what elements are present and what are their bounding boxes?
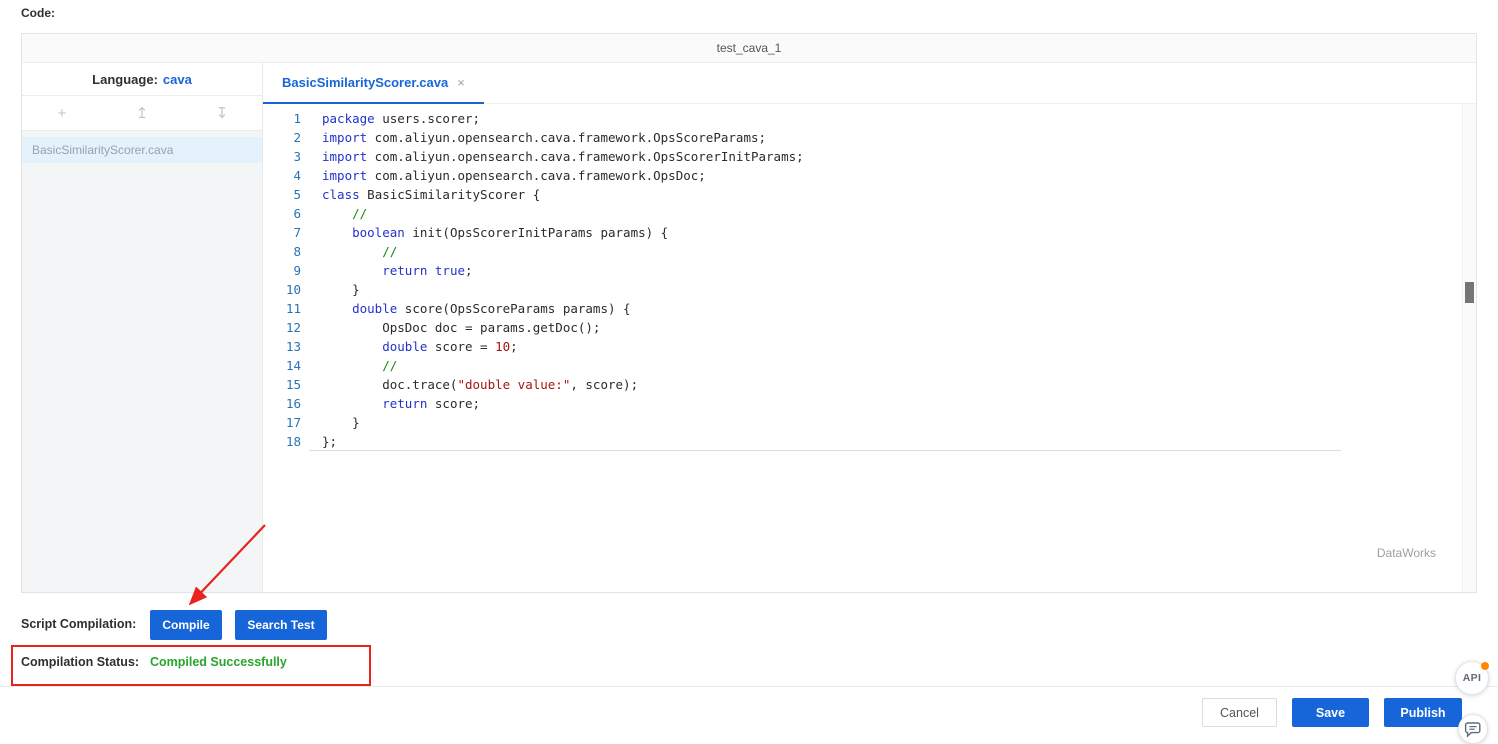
- line-number: 17: [263, 413, 301, 432]
- language-label: Language:: [92, 72, 158, 87]
- file-list-item[interactable]: BasicSimilarityScorer.cava: [22, 137, 262, 163]
- code-line[interactable]: 6 //: [263, 204, 1476, 223]
- download-file-button[interactable]: ↧: [200, 104, 244, 122]
- code-line[interactable]: 16 return score;: [263, 394, 1476, 413]
- code-line[interactable]: 1 package users.scorer;: [263, 109, 1476, 128]
- plus-icon: +: [58, 105, 67, 122]
- line-content: import com.aliyun.opensearch.cava.framew…: [322, 166, 706, 185]
- notification-dot: [1481, 662, 1489, 670]
- line-content: OpsDoc doc = params.getDoc();: [322, 318, 600, 337]
- line-number: 14: [263, 356, 301, 375]
- line-content: }: [322, 413, 360, 432]
- line-content: class BasicSimilarityScorer {: [322, 185, 540, 204]
- compilation-status-value: Compiled Successfully: [150, 655, 287, 669]
- panel-body: Language: cava + ↥ ↧ BasicSimilarityScor…: [22, 63, 1476, 592]
- line-number: 7: [263, 223, 301, 242]
- line-number: 15: [263, 375, 301, 394]
- file-sidebar: Language: cava + ↥ ↧ BasicSimilarityScor…: [22, 63, 263, 592]
- code-line[interactable]: 9 return true;: [263, 261, 1476, 280]
- code-lines: 1 package users.scorer; 2 import com.aliyun…: [263, 109, 1476, 451]
- tab-label: BasicSimilarityScorer.cava: [282, 75, 448, 90]
- line-content: double score = 10;: [322, 337, 518, 356]
- code-line[interactable]: 11 double score(OpsScoreParams params) {: [263, 299, 1476, 318]
- line-content: //: [322, 242, 397, 261]
- code-line[interactable]: 14 //: [263, 356, 1476, 375]
- line-number: 4: [263, 166, 301, 185]
- code-line[interactable]: 12 OpsDoc doc = params.getDoc();: [263, 318, 1476, 337]
- line-content: import com.aliyun.opensearch.cava.framew…: [322, 128, 766, 147]
- language-value[interactable]: cava: [163, 72, 192, 87]
- feedback-chat-button[interactable]: [1458, 714, 1488, 744]
- watermark: DataWorks: [1377, 546, 1436, 560]
- line-content: };: [322, 432, 337, 451]
- add-file-button[interactable]: +: [40, 105, 84, 122]
- code-editor[interactable]: 1 package users.scorer; 2 import com.aliyun…: [263, 104, 1476, 592]
- code-line[interactable]: 3 import com.aliyun.opensearch.cava.frame…: [263, 147, 1476, 166]
- code-line[interactable]: 17 }: [263, 413, 1476, 432]
- editor-tabbar: BasicSimilarityScorer.cava ×: [263, 63, 1476, 104]
- line-number: 12: [263, 318, 301, 337]
- line-content: }: [322, 280, 360, 299]
- code-line[interactable]: 4 import com.aliyun.opensearch.cava.frame…: [263, 166, 1476, 185]
- code-line[interactable]: 2 import com.aliyun.opensearch.cava.frame…: [263, 128, 1476, 147]
- line-number: 3: [263, 147, 301, 166]
- code-editor-panel: test_cava_1 Language: cava + ↥ ↧ BasicSi…: [21, 33, 1477, 593]
- compile-button[interactable]: Compile: [150, 610, 222, 640]
- code-line[interactable]: 15 doc.trace("double value:", score);: [263, 375, 1476, 394]
- code-line[interactable]: 8 //: [263, 242, 1476, 261]
- code-section-label: Code:: [21, 6, 55, 20]
- line-content: package users.scorer;: [322, 109, 480, 128]
- code-line[interactable]: 18};: [263, 432, 1476, 451]
- line-content: return true;: [322, 261, 473, 280]
- code-line[interactable]: 13 double score = 10;: [263, 337, 1476, 356]
- api-icon: API: [1463, 672, 1481, 684]
- line-content: return score;: [322, 394, 480, 413]
- publish-button[interactable]: Publish: [1384, 698, 1462, 727]
- sidebar-toolbar: + ↥ ↧: [22, 96, 262, 131]
- line-number: 16: [263, 394, 301, 413]
- line-content: //: [322, 204, 367, 223]
- tab-basicsimilarityscorer[interactable]: BasicSimilarityScorer.cava ×: [263, 63, 484, 104]
- api-widget-button[interactable]: API: [1455, 661, 1489, 695]
- close-icon[interactable]: ×: [457, 75, 465, 90]
- editor-scrollbar[interactable]: [1462, 104, 1476, 592]
- upload-file-button[interactable]: ↥: [120, 104, 164, 122]
- line-number: 18: [263, 432, 301, 451]
- scrollbar-thumb[interactable]: [1465, 282, 1474, 303]
- line-content: double score(OpsScoreParams params) {: [322, 299, 631, 318]
- save-button[interactable]: Save: [1292, 698, 1369, 727]
- line-content: //: [322, 356, 397, 375]
- line-content: boolean init(OpsScorerInitParams params)…: [322, 223, 668, 242]
- language-row: Language: cava: [22, 63, 262, 96]
- line-number: 11: [263, 299, 301, 318]
- panel-title: test_cava_1: [717, 41, 782, 55]
- line-number: 6: [263, 204, 301, 223]
- line-number: 8: [263, 242, 301, 261]
- line-content: doc.trace("double value:", score);: [322, 375, 638, 394]
- chat-bubble-icon: [1464, 721, 1482, 738]
- cancel-button[interactable]: Cancel: [1202, 698, 1277, 727]
- line-number: 9: [263, 261, 301, 280]
- line-number: 2: [263, 128, 301, 147]
- footer-divider: [0, 686, 1498, 687]
- editor-pane: BasicSimilarityScorer.cava × 1 package us…: [263, 63, 1476, 592]
- panel-header: test_cava_1: [22, 34, 1476, 63]
- line-content: import com.aliyun.opensearch.cava.framew…: [322, 147, 804, 166]
- compilation-status-label: Compilation Status:: [21, 655, 139, 669]
- code-line[interactable]: 10 }: [263, 280, 1476, 299]
- line-number: 1: [263, 109, 301, 128]
- code-line[interactable]: 7 boolean init(OpsScorerInitParams param…: [263, 223, 1476, 242]
- script-compilation-label: Script Compilation:: [21, 617, 136, 631]
- line-number: 5: [263, 185, 301, 204]
- file-list: BasicSimilarityScorer.cava: [22, 131, 262, 163]
- code-line[interactable]: 5 class BasicSimilarityScorer {: [263, 185, 1476, 204]
- upload-icon: ↥: [136, 105, 149, 122]
- search-test-button[interactable]: Search Test: [235, 610, 327, 640]
- download-icon: ↧: [216, 105, 229, 122]
- line-number: 10: [263, 280, 301, 299]
- line-number: 13: [263, 337, 301, 356]
- page: Code: test_cava_1 Language: cava + ↥ ↧ B…: [0, 0, 1498, 744]
